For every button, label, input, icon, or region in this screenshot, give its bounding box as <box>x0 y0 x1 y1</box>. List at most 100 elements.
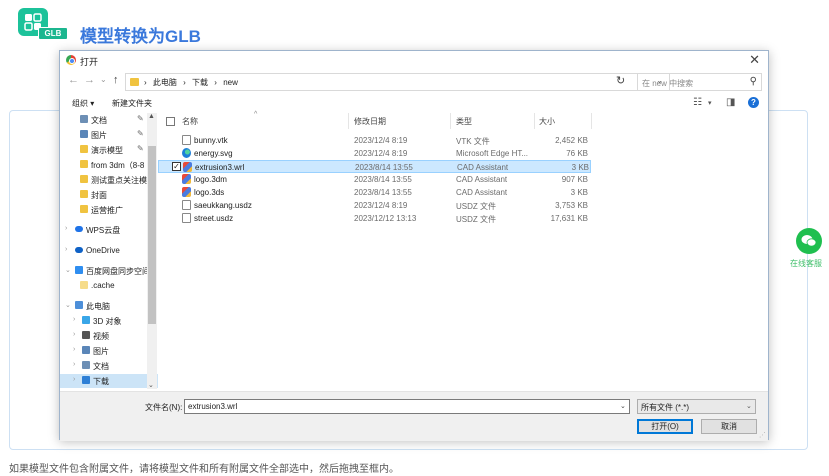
file-date: 2023/8/14 13:55 <box>355 163 413 172</box>
sidebar-item-cache[interactable]: .cache <box>60 279 158 293</box>
search-box[interactable]: 在 new 中搜索 ⚲ <box>637 73 762 91</box>
column-header-date[interactable]: 修改日期 <box>354 116 386 127</box>
chevron-down-icon[interactable]: ▾ <box>708 99 712 107</box>
sidebar-item-pictures[interactable]: 图片 ✎ <box>60 128 158 142</box>
breadcrumb-separator: › <box>144 78 147 87</box>
preview-pane-icon[interactable]: ◨ <box>726 97 735 108</box>
up-folder-button[interactable]: ↑ <box>113 74 119 86</box>
sidebar-item-onedrive[interactable]: › OneDrive <box>60 244 158 258</box>
sidebar-item-documents[interactable]: 文档 ✎ <box>60 113 158 127</box>
sidebar-item-videos[interactable]: › 视频 <box>60 329 158 343</box>
view-options-icon[interactable]: ☷ <box>693 97 702 108</box>
file-date: 2023/12/4 8:19 <box>354 136 408 145</box>
breadcrumb-this-pc[interactable]: 此电脑 <box>153 78 177 87</box>
search-input[interactable]: 在 new 中搜索 <box>642 78 693 89</box>
chevron-down-icon[interactable]: ⌄ <box>65 266 71 274</box>
sidebar-item-cover[interactable]: 封面 <box>60 188 158 202</box>
sidebar-item-baidu-sync[interactable]: ⌄ 百度网盘同步空间 <box>60 264 158 278</box>
chevron-right-icon[interactable]: › <box>65 246 67 253</box>
row-checkbox-checked[interactable]: ✓ <box>172 162 181 171</box>
cancel-button[interactable]: 取消 <box>701 419 757 434</box>
documents-icon <box>80 115 88 123</box>
file-date: 2023/12/12 13:13 <box>354 214 417 223</box>
sidebar-item-downloads[interactable]: › 下载 <box>60 374 158 388</box>
sidebar-item-wps-cloud[interactable]: › WPS云盘 <box>60 223 158 237</box>
file-row-selected[interactable]: ✓ extrusion3.wrl 2023/8/14 13:55 CAD Ass… <box>158 160 591 173</box>
sidebar-item-promotion[interactable]: 运营推广 <box>60 203 158 217</box>
sidebar-item-test-models[interactable]: 测试重点关注模 <box>60 173 158 187</box>
column-header-type[interactable]: 类型 <box>456 116 472 127</box>
resize-grip-icon[interactable]: ⋰ <box>759 431 766 439</box>
help-icon[interactable]: ? <box>748 97 759 108</box>
chevron-right-icon[interactable]: › <box>73 316 75 323</box>
sidebar-item-documents-pc[interactable]: › 文档 <box>60 359 158 373</box>
document-icon <box>182 135 191 145</box>
open-button[interactable]: 打开(O) <box>637 419 693 434</box>
filename-label: 文件名(N): <box>145 403 183 412</box>
column-divider[interactable] <box>450 113 451 129</box>
sidebar-item-label: 文档 <box>93 362 109 371</box>
breadcrumb-downloads[interactable]: 下载 <box>192 78 208 87</box>
file-row[interactable]: logo.3dm 2023/8/14 13:55 CAD Assistant 9… <box>158 173 591 186</box>
chevron-right-icon[interactable]: › <box>73 376 75 383</box>
file-row[interactable]: energy.svg 2023/12/4 8:19 Microsoft Edge… <box>158 147 591 160</box>
chevron-right-icon[interactable]: › <box>73 361 75 368</box>
filename-input[interactable]: extrusion3.wrl <box>184 399 630 414</box>
search-icon[interactable]: ⚲ <box>750 76 757 87</box>
file-name: street.usdz <box>194 214 234 223</box>
sidebar-item-label: from 3dm（8-8 <box>91 161 145 170</box>
sidebar-item-3d-objects[interactable]: › 3D 对象 <box>60 314 158 328</box>
sidebar-item-this-pc[interactable]: ⌄ 此电脑 <box>60 299 158 313</box>
close-button[interactable]: ✕ <box>749 52 760 68</box>
drop-hint-text: 如果模型文件包含附属文件，请将模型文件和所有附属文件全部选中，然后拖拽至框内。 <box>9 464 399 475</box>
column-divider[interactable] <box>348 113 349 129</box>
sidebar-item-from-3dm[interactable]: from 3dm（8-8 <box>60 158 158 172</box>
video-icon <box>82 331 90 339</box>
chevron-down-icon[interactable]: ⌄ <box>65 301 71 309</box>
file-row[interactable]: bunny.vtk 2023/12/4 8:19 VTK 文件 2,452 KB <box>158 134 591 147</box>
document-icon <box>182 200 191 210</box>
edge-icon <box>182 148 191 158</box>
recent-locations-button[interactable]: ⌄ <box>100 75 107 84</box>
file-row[interactable]: logo.3ds 2023/8/14 13:55 CAD Assistant 3… <box>158 186 591 199</box>
cad-icon <box>182 187 191 197</box>
file-type: CAD Assistant <box>457 163 509 172</box>
column-header-name[interactable]: 名称 <box>182 116 198 127</box>
address-bar[interactable]: › 此电脑 › 下载 › new ⌄ <box>125 73 670 91</box>
navigation-pane-scrollbar[interactable]: ▲ ⌄ <box>147 113 157 389</box>
new-folder-button[interactable]: 新建文件夹 <box>112 98 152 109</box>
refresh-icon[interactable]: ↻ <box>616 74 625 87</box>
page-title: 模型转换为GLB <box>80 27 201 46</box>
file-type-select[interactable]: 所有文件 (*.*) <box>637 399 756 414</box>
breadcrumb-new[interactable]: new <box>223 78 238 87</box>
chevron-right-icon[interactable]: › <box>65 225 67 232</box>
column-divider[interactable] <box>534 113 535 129</box>
sidebar-item-label: 演示模型 <box>91 146 123 155</box>
organize-menu[interactable]: 组织 ▾ <box>72 98 94 109</box>
column-divider[interactable] <box>591 113 592 129</box>
chevron-right-icon[interactable]: › <box>73 331 75 338</box>
file-type: CAD Assistant <box>456 188 508 197</box>
pin-icon: ✎ <box>137 129 144 138</box>
chevron-down-icon[interactable]: ⌄ <box>746 402 752 410</box>
file-type: VTK 文件 <box>456 137 490 146</box>
chevron-right-icon[interactable]: › <box>73 346 75 353</box>
customer-service-button[interactable] <box>796 228 822 254</box>
scrollbar-thumb[interactable] <box>148 146 156 324</box>
cube-icon <box>82 316 90 324</box>
sidebar-item-label: 视频 <box>93 332 109 341</box>
sidebar-item-demo-models[interactable]: 演示模型 ✎ <box>60 143 158 157</box>
chevron-down-icon[interactable]: ⌄ <box>620 402 626 410</box>
back-button[interactable]: ← <box>68 74 79 86</box>
file-row[interactable]: street.usdz 2023/12/12 13:13 USDZ 文件 17,… <box>158 212 591 225</box>
sidebar-item-label: WPS云盘 <box>86 226 121 235</box>
select-all-checkbox[interactable] <box>166 117 175 126</box>
forward-button[interactable]: → <box>84 74 95 86</box>
sidebar-item-label: 测试重点关注模 <box>91 176 147 185</box>
column-header-size[interactable]: 大小 <box>539 116 555 127</box>
breadcrumb: › 此电脑 › 下载 › new <box>144 77 242 88</box>
file-row[interactable]: saeukkang.usdz 2023/12/4 8:19 USDZ 文件 3,… <box>158 199 591 212</box>
scroll-up-icon[interactable]: ▲ <box>148 113 155 120</box>
sidebar-item-pictures-pc[interactable]: › 图片 <box>60 344 158 358</box>
scroll-down-icon[interactable]: ⌄ <box>148 381 154 389</box>
